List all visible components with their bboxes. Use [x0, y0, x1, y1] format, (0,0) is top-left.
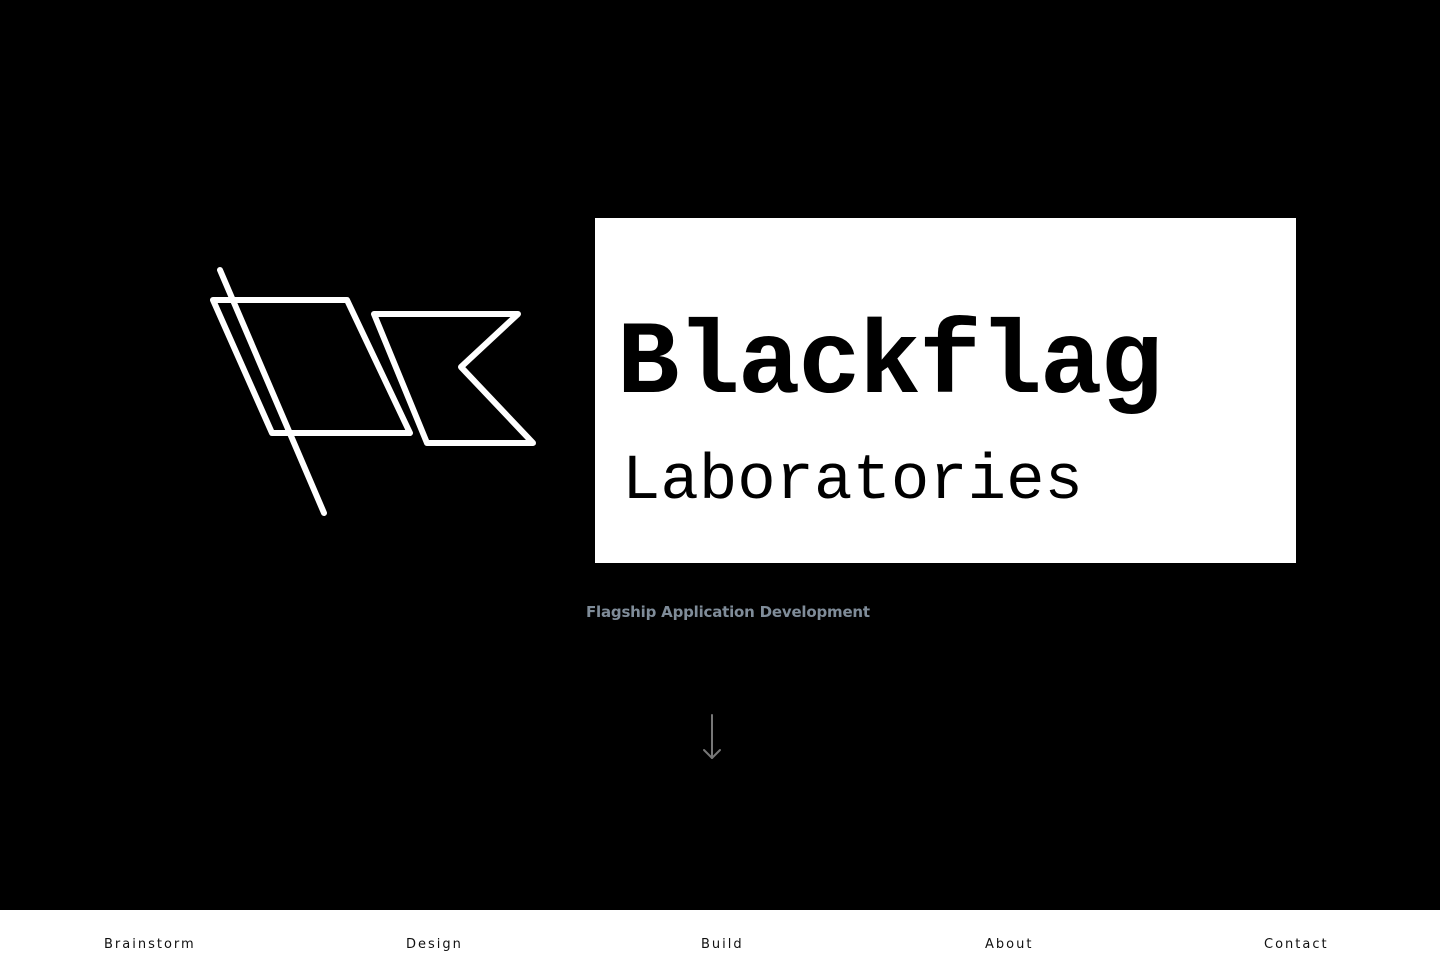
arrow-down-icon[interactable] [700, 712, 724, 764]
nav-item-contact[interactable]: Contact [1264, 937, 1329, 952]
brand-subtitle: Laboratories [622, 446, 1083, 518]
bottom-nav: Brainstorm Design Build About Contact [0, 910, 1440, 980]
nav-item-about[interactable]: About [985, 937, 1033, 952]
wordmark-box: Blackflag Laboratories [595, 218, 1296, 563]
hero-section: Blackflag Laboratories Flagship Applicat… [0, 0, 1440, 910]
flag-outline-icon [210, 267, 536, 516]
nav-item-build[interactable]: Build [701, 937, 744, 952]
brand-name: Blackflag [617, 306, 1163, 424]
nav-item-brainstorm[interactable]: Brainstorm [104, 937, 196, 952]
nav-item-design[interactable]: Design [406, 937, 463, 952]
tagline: Flagship Application Development [586, 603, 870, 621]
